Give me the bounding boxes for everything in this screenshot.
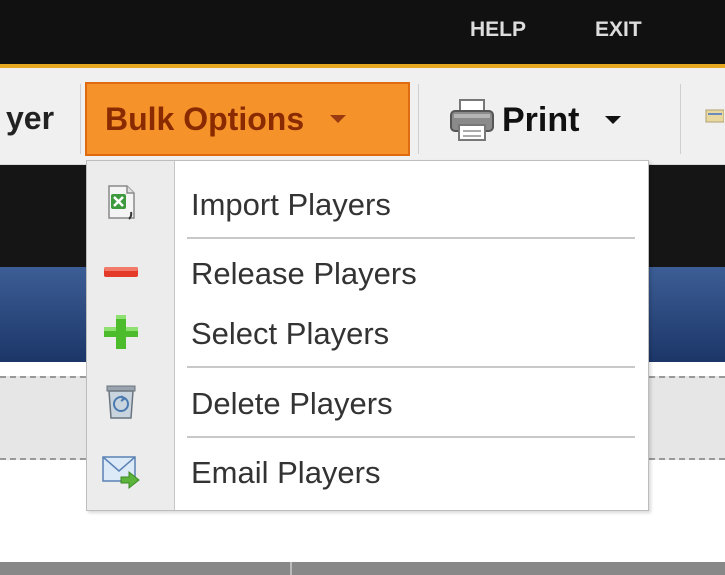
page-bottom-bar bbox=[0, 562, 725, 575]
menu-separator bbox=[187, 366, 635, 368]
menu-item-release-players[interactable]: Release Players bbox=[87, 242, 648, 302]
bottom-bar-divider bbox=[290, 562, 292, 575]
minus-icon bbox=[104, 267, 138, 277]
bulk-options-menu: Import Players Release Players Select Pl… bbox=[86, 160, 649, 511]
edit-icon[interactable] bbox=[704, 106, 724, 126]
print-label: Print bbox=[502, 100, 580, 139]
toolbar: yer Bulk Options Print bbox=[0, 68, 725, 165]
printer-icon bbox=[450, 99, 494, 141]
menu-item-delete-players[interactable]: Delete Players bbox=[87, 372, 648, 432]
toolbar-separator bbox=[680, 84, 681, 154]
help-link[interactable]: HELP bbox=[470, 18, 526, 42]
menu-item-label: Release Players bbox=[191, 256, 417, 291]
excel-import-icon bbox=[108, 185, 135, 220]
add-player-button-partial[interactable]: yer bbox=[6, 100, 54, 137]
recycle-bin-icon bbox=[106, 385, 136, 419]
top-header-bar: HELP EXIT bbox=[0, 0, 725, 64]
email-forward-icon bbox=[102, 456, 140, 490]
menu-item-select-players[interactable]: Select Players bbox=[87, 302, 648, 362]
menu-item-label: Delete Players bbox=[191, 386, 393, 421]
menu-item-import-players[interactable]: Import Players bbox=[87, 173, 648, 233]
bulk-options-label: Bulk Options bbox=[105, 100, 305, 137]
chevron-down-icon bbox=[605, 116, 622, 124]
menu-separator bbox=[187, 436, 635, 438]
print-button[interactable]: Print bbox=[448, 90, 622, 150]
chevron-down-icon bbox=[330, 115, 347, 123]
toolbar-separator bbox=[418, 84, 419, 154]
bulk-options-button[interactable]: Bulk Options bbox=[85, 82, 410, 156]
menu-item-label: Email Players bbox=[191, 455, 381, 490]
menu-separator bbox=[187, 237, 635, 239]
exit-link[interactable]: EXIT bbox=[595, 18, 642, 42]
toolbar-separator bbox=[80, 84, 81, 154]
menu-item-email-players[interactable]: Email Players bbox=[87, 441, 648, 501]
menu-item-label: Select Players bbox=[191, 316, 390, 351]
menu-item-label: Import Players bbox=[191, 187, 391, 222]
plus-icon bbox=[104, 315, 138, 349]
